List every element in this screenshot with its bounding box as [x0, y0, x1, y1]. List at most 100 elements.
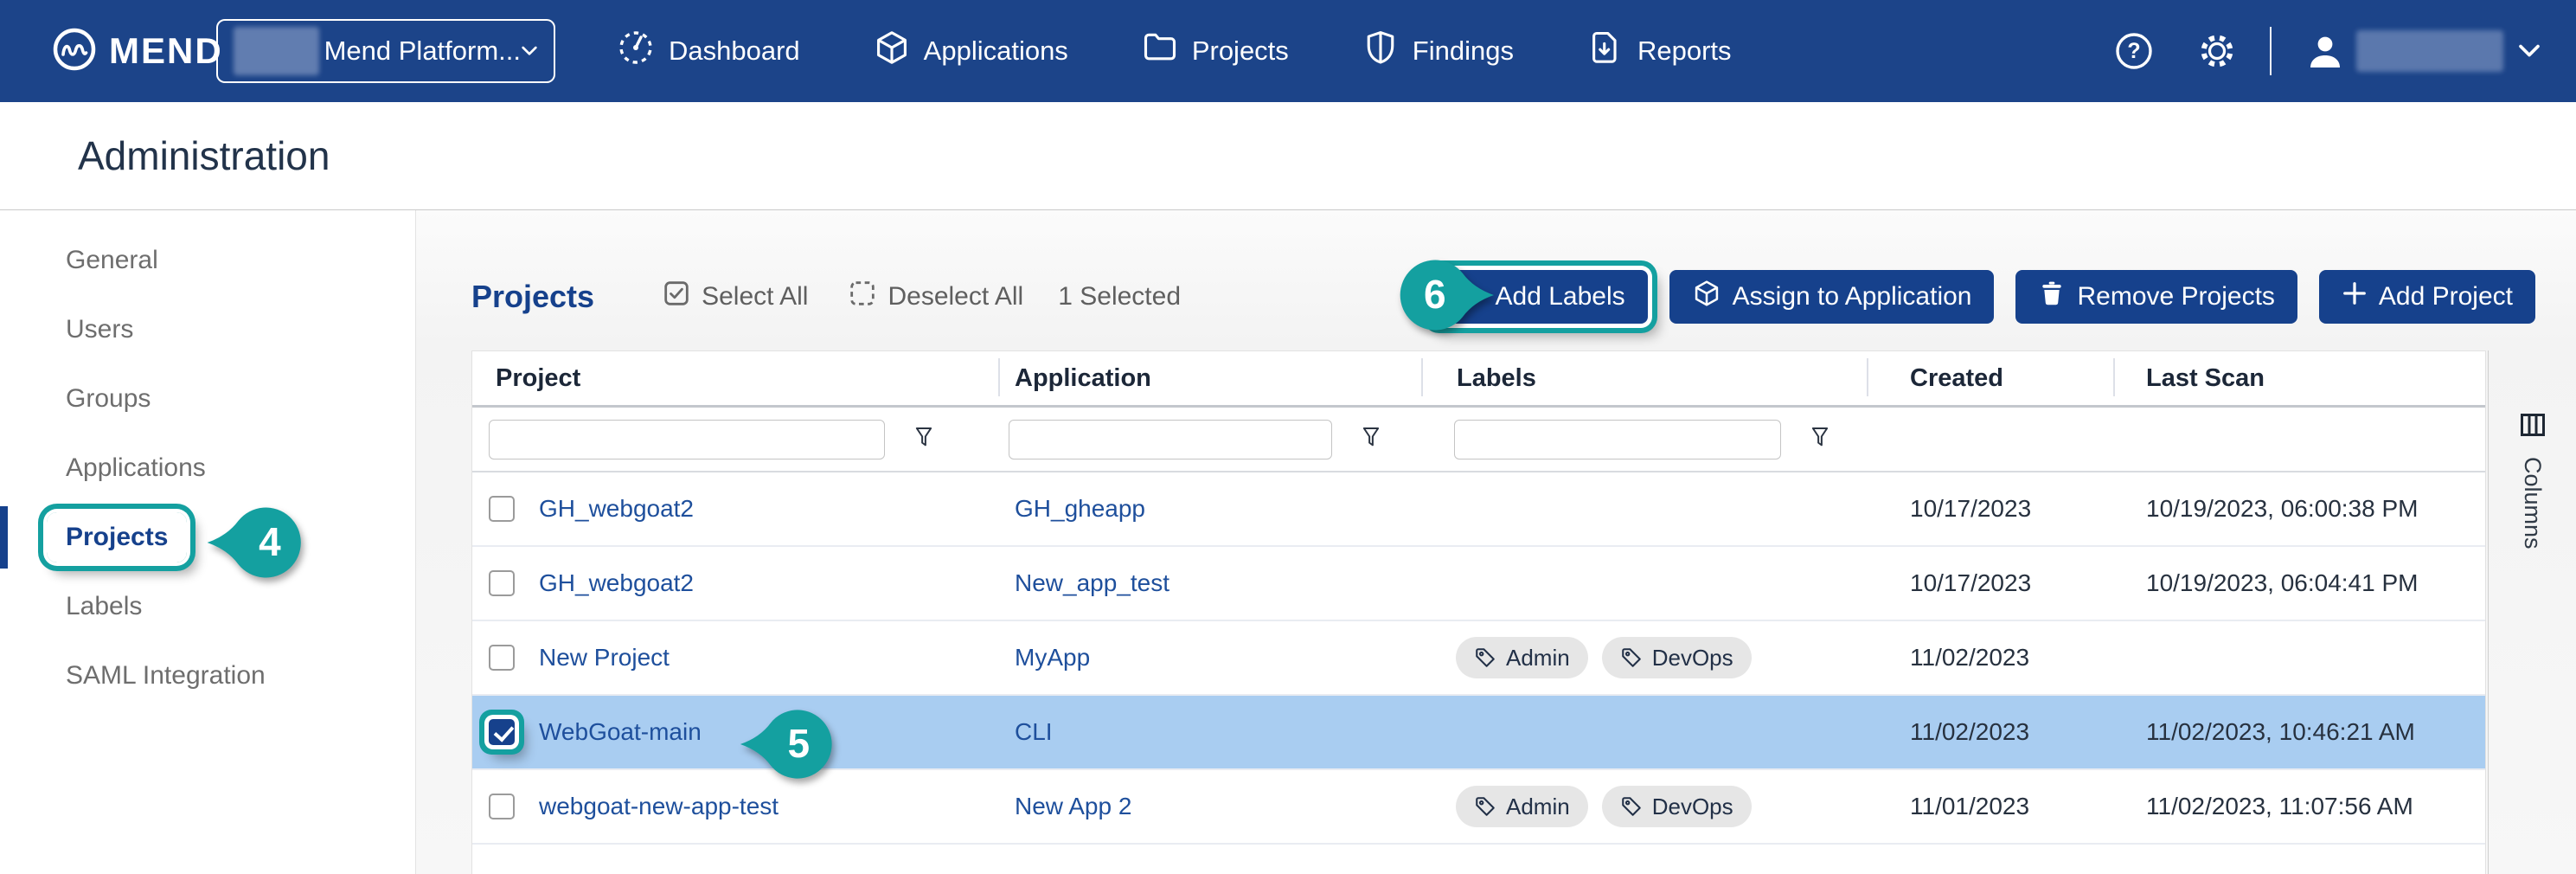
select-all-button[interactable]: Select All: [663, 280, 808, 313]
last-scan-date: 11/02/2023, 11:07:56 AM: [2113, 793, 2487, 820]
nav-label: Dashboard: [669, 35, 800, 67]
table-header-row: Project Application Labels Created Last …: [472, 351, 2485, 405]
table-row[interactable]: New Project MyApp Admin DevOps 11/02/202…: [472, 621, 2485, 696]
project-link[interactable]: WebGoat-main: [539, 718, 702, 746]
chevron-down-icon: [521, 42, 538, 61]
application-link[interactable]: CLI: [1015, 718, 1053, 745]
shield-icon: [1362, 29, 1400, 74]
trash-icon: [2038, 280, 2066, 314]
sidebar-item-users[interactable]: Users: [0, 295, 415, 364]
columns-panel-label: Columns: [2519, 457, 2546, 549]
remove-projects-button[interactable]: Remove Projects: [2015, 270, 2297, 324]
gear-icon[interactable]: [2197, 31, 2237, 71]
last-scan-date: 10/19/2023, 06:04:41 PM: [2113, 569, 2487, 597]
nav-label: Projects: [1192, 35, 1289, 67]
select-all-checkbox-icon: [663, 280, 689, 313]
nav-item-applications[interactable]: Applications: [873, 29, 1068, 74]
application-link[interactable]: New App 2: [1015, 793, 1131, 819]
page-title: Administration: [78, 132, 330, 179]
org-selector-label: Mend Platform...: [324, 35, 521, 67]
column-header-last-scan: Last Scan: [2113, 351, 2487, 405]
sidebar-item-groups[interactable]: Groups: [0, 364, 415, 434]
dashboard-gauge-icon: [616, 28, 656, 74]
redacted-org-name: [234, 27, 319, 75]
selected-count: 1 Selected: [1058, 282, 1181, 312]
columns-icon: [2520, 413, 2546, 441]
nav-item-projects[interactable]: Projects: [1141, 29, 1289, 74]
filter-input-project[interactable]: [489, 420, 885, 459]
row-checkbox-checked[interactable]: [489, 719, 515, 745]
created-date: 11/02/2023: [1867, 718, 2113, 746]
filter-funnel-icon[interactable]: [1358, 424, 1384, 454]
navbar-divider: [2270, 27, 2272, 75]
add-labels-button[interactable]: Add Labels: [1432, 270, 1648, 324]
tag-icon: [1455, 279, 1484, 315]
table-row[interactable]: GH_webgoat2 GH_gheapp 10/17/2023 10/19/2…: [472, 472, 2485, 547]
primary-navigation: Dashboard Applications Projects: [616, 28, 1732, 74]
last-scan-date: 11/02/2023, 10:46:21 AM: [2113, 718, 2487, 746]
filter-funnel-icon[interactable]: [1807, 424, 1833, 454]
filter-input-application[interactable]: [1009, 420, 1332, 459]
annotation-ring-projects: Projects: [47, 512, 187, 562]
nav-item-reports[interactable]: Reports: [1586, 29, 1732, 74]
project-link[interactable]: GH_webgoat2: [539, 495, 694, 523]
deselect-all-icon: [849, 280, 875, 313]
table-row[interactable]: GH_webgoat2 New_app_test 10/17/2023 10/1…: [472, 547, 2485, 621]
brand-name: MEND: [109, 30, 223, 72]
nav-item-findings[interactable]: Findings: [1362, 29, 1514, 74]
application-link[interactable]: GH_gheapp: [1015, 495, 1145, 522]
cube-icon: [1692, 279, 1721, 315]
created-date: 10/17/2023: [1867, 569, 2113, 597]
page-title-bar: Administration: [0, 102, 2576, 210]
folder-icon: [1141, 29, 1179, 74]
application-link[interactable]: MyApp: [1015, 644, 1090, 671]
application-link[interactable]: New_app_test: [1015, 569, 1169, 596]
svg-text:?: ?: [2127, 39, 2140, 63]
row-checkbox[interactable]: [489, 570, 515, 596]
sidebar-item-projects[interactable]: Projects: [0, 503, 415, 572]
columns-panel-toggle[interactable]: Columns: [2488, 350, 2576, 874]
label-pill: Admin: [1456, 637, 1588, 678]
filter-input-labels[interactable]: [1454, 420, 1781, 459]
table-row-selected[interactable]: WebGoat-main CLI 11/02/2023 11/02/2023, …: [472, 696, 2485, 770]
project-link[interactable]: New Project: [539, 644, 670, 672]
mend-logo: MEND: [52, 27, 216, 76]
navbar-right-controls: ?: [2114, 27, 2541, 75]
projects-admin-main: Projects Select All: [416, 210, 2576, 874]
report-download-icon: [1586, 29, 1624, 74]
project-link[interactable]: GH_webgoat2: [539, 569, 694, 597]
add-project-button[interactable]: Add Project: [2319, 270, 2535, 324]
table-filter-row: [472, 405, 2485, 472]
user-avatar-icon[interactable]: [2304, 30, 2346, 72]
sidebar-item-applications[interactable]: Applications: [0, 434, 415, 503]
row-checkbox[interactable]: [489, 645, 515, 671]
filter-funnel-icon[interactable]: [911, 424, 937, 454]
created-date: 11/01/2023: [1867, 793, 2113, 820]
admin-sidebar: General Users Groups Applications Projec…: [0, 210, 416, 874]
sidebar-item-labels[interactable]: Labels: [0, 572, 415, 641]
nav-item-dashboard[interactable]: Dashboard: [616, 28, 800, 74]
user-menu-chevron-down-icon[interactable]: [2517, 42, 2541, 60]
row-checkbox[interactable]: [489, 496, 515, 522]
table-row[interactable]: webgoat-new-app-test New App 2 Admin Dev…: [472, 770, 2485, 845]
organization-selector[interactable]: Mend Platform...: [216, 19, 555, 83]
assign-to-application-button[interactable]: Assign to Application: [1669, 270, 1995, 324]
nav-label: Applications: [924, 35, 1068, 67]
plus-icon: [2342, 280, 2368, 313]
last-scan-date: 10/19/2023, 06:00:38 PM: [2113, 495, 2487, 523]
deselect-all-button[interactable]: Deselect All: [849, 280, 1023, 313]
nav-label: Reports: [1637, 35, 1732, 67]
column-header-project: Project: [472, 351, 998, 405]
label-pill: DevOps: [1602, 786, 1752, 827]
nav-label: Findings: [1413, 35, 1514, 67]
help-icon[interactable]: ?: [2114, 31, 2154, 71]
sidebar-item-saml-integration[interactable]: SAML Integration: [0, 641, 415, 710]
section-title: Projects: [471, 279, 594, 315]
row-checkbox[interactable]: [489, 794, 515, 819]
project-link[interactable]: webgoat-new-app-test: [539, 793, 779, 820]
label-pill: Admin: [1456, 786, 1588, 827]
cube-icon: [873, 29, 911, 74]
sidebar-item-general[interactable]: General: [0, 226, 415, 295]
created-date: 11/02/2023: [1867, 644, 2113, 672]
column-header-created: Created: [1867, 351, 2113, 405]
